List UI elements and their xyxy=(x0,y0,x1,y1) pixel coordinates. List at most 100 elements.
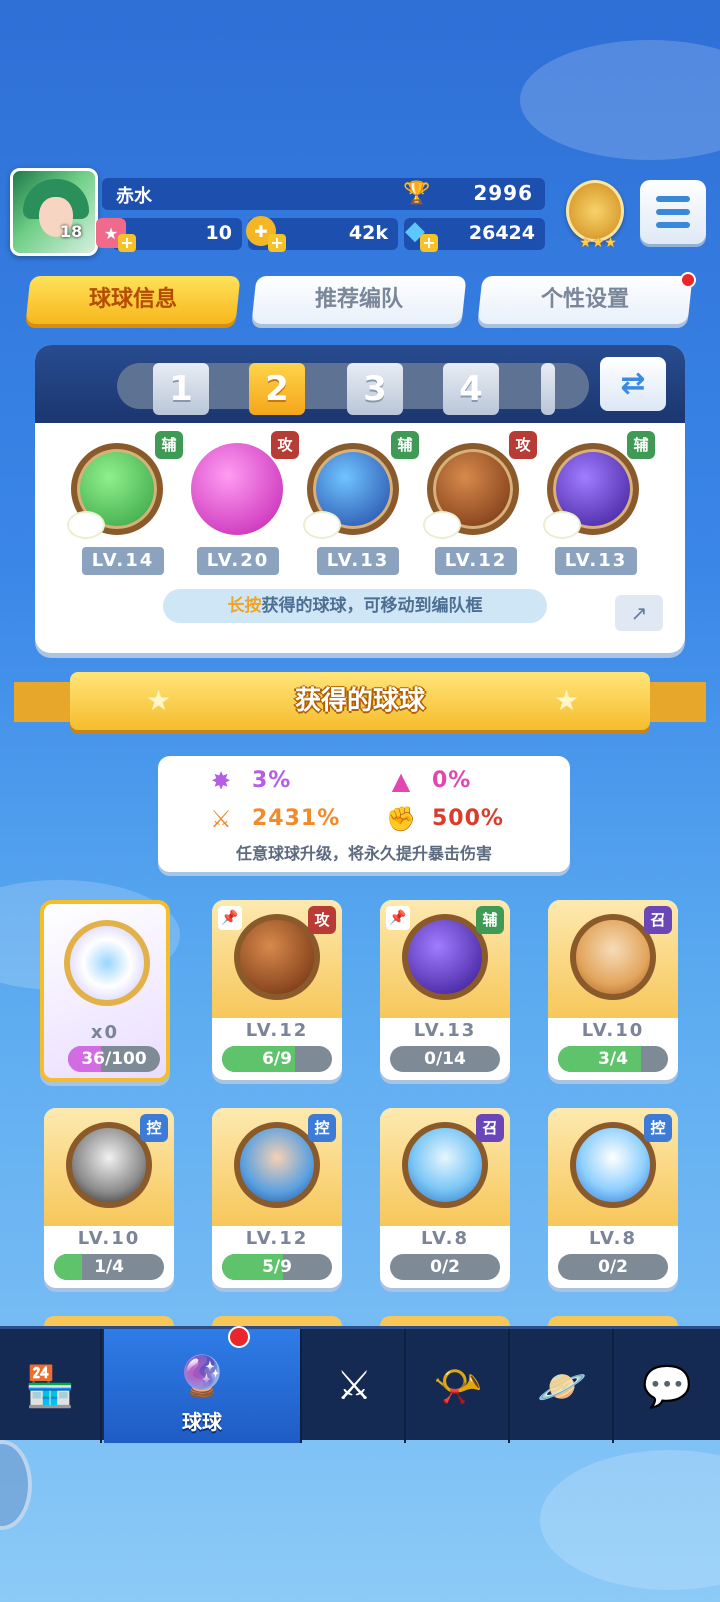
team-slot-5-partial[interactable] xyxy=(541,363,555,415)
add-ticket-icon[interactable]: + xyxy=(118,234,136,252)
ball-progress-bar: 0/14 xyxy=(390,1046,500,1072)
ticket-count: 10 xyxy=(205,222,232,244)
progress-text: 5/9 xyxy=(262,1257,292,1277)
player-avatar[interactable] xyxy=(10,168,98,256)
menu-line-icon xyxy=(656,196,690,202)
ball-progress-bar: 5/9 xyxy=(222,1254,332,1280)
planet-icon: 🪐 xyxy=(537,1363,587,1410)
nav-whistle[interactable]: 📯 xyxy=(408,1329,510,1443)
progress-text: 0/2 xyxy=(430,1257,460,1277)
tab-recommended-team[interactable]: 推荐编队 xyxy=(251,276,467,324)
trophy-count: 2996 xyxy=(473,181,533,205)
ball-type-tag: 辅 xyxy=(155,431,183,459)
nav-shop[interactable]: 🏪 xyxy=(0,1329,102,1443)
menu-line-icon xyxy=(656,209,690,215)
team-ball-3[interactable] xyxy=(305,443,399,537)
nav-balls[interactable]: 🔮 球球 xyxy=(104,1329,302,1443)
ball-level: LV.12 xyxy=(245,1020,309,1041)
progress-text: 3/4 xyxy=(598,1049,628,1069)
tab-label: 球球信息 xyxy=(88,287,177,312)
flower-icon xyxy=(305,513,339,537)
swap-ball-icon xyxy=(64,920,150,1006)
tab-personal-settings[interactable]: 个性设置 xyxy=(477,276,693,324)
progress-text: 0/14 xyxy=(424,1049,466,1069)
add-coin-icon[interactable]: + xyxy=(268,234,286,252)
ball-level: LV.13 xyxy=(413,1020,477,1041)
drag-hint: 长按获得的球球，可移动到编队框 xyxy=(163,589,547,623)
special-progress-bar: 36/100 xyxy=(68,1046,160,1072)
floating-edge-button[interactable] xyxy=(0,1440,32,1530)
ball-level: LV.10 xyxy=(581,1020,645,1041)
crit-note: 任意球球升级，将永久提升暴击伤害 xyxy=(235,844,492,863)
ball-type-tag: 辅 xyxy=(627,431,655,459)
ball-level: LV.14 xyxy=(82,547,164,575)
team-slot-4[interactable]: 4 xyxy=(443,363,499,415)
ball-card[interactable]: 控 LV.12 5/9 xyxy=(212,1108,342,1288)
section-ribbon: ★ ★ 获得的球球 xyxy=(14,672,706,730)
ball-level: LV.13 xyxy=(317,547,399,575)
crit-stats-panel: ✸ 3% ▲ 0% ⚔ 2431% ✊ 500% 任意球球升级，将永久提升暴击伤… xyxy=(158,756,570,872)
nav-battle[interactable]: ⚔ xyxy=(304,1329,406,1443)
ball-card[interactable]: 📌 攻 LV.12 6/9 xyxy=(212,900,342,1080)
crit-bonus-icon: ✊ xyxy=(386,805,416,833)
ball-card[interactable]: 召 LV.8 0/2 xyxy=(380,1108,510,1288)
ball-level: LV.12 xyxy=(435,547,517,575)
notification-dot xyxy=(680,272,696,288)
ball-type-tag: 辅 xyxy=(391,431,419,459)
player-name: 赤水 xyxy=(116,186,152,207)
tab-label: 个性设置 xyxy=(540,287,629,312)
coin-count: 42k xyxy=(348,222,388,244)
menu-line-icon xyxy=(656,222,690,228)
trophy-icon: 🏆 xyxy=(403,181,431,206)
section-title: 获得的球球 xyxy=(294,686,425,716)
ball-card[interactable]: 控 LV.10 1/4 xyxy=(44,1108,174,1288)
shop-icon: 🏪 xyxy=(25,1363,75,1410)
ball-progress-bar: 0/2 xyxy=(558,1254,668,1280)
ball-card[interactable]: 📌 辅 LV.13 0/14 xyxy=(380,900,510,1080)
hint-highlight: 长按 xyxy=(227,596,262,616)
ball-card[interactable]: 召 LV.10 3/4 xyxy=(548,900,678,1080)
progress-text: 0/2 xyxy=(598,1257,628,1277)
ball-icon: 🔮 xyxy=(177,1353,227,1400)
swap-team-button[interactable]: ⇄ xyxy=(600,357,666,411)
team-slot-2[interactable]: 2 xyxy=(249,363,305,415)
crit-damage-value: 2431% xyxy=(252,806,341,831)
gem-count: 26424 xyxy=(468,222,535,244)
ball-progress-bar: 3/4 xyxy=(558,1046,668,1072)
crit-resist-value: 0% xyxy=(432,768,472,793)
name-bar: 赤水 2996 xyxy=(102,178,545,210)
team-slot-1[interactable]: 1 xyxy=(153,363,209,415)
share-button[interactable]: ↗ xyxy=(615,595,663,631)
team-ball-4[interactable] xyxy=(425,443,519,537)
ball-card[interactable]: 控 LV.8 0/2 xyxy=(548,1108,678,1288)
crit-damage-icon: ⚔ xyxy=(210,805,232,833)
tab-ball-info[interactable]: 球球信息 xyxy=(25,276,241,324)
pin-icon: 📌 xyxy=(218,906,242,930)
ball-type-tag: 召 xyxy=(644,906,672,934)
menu-button[interactable] xyxy=(640,180,706,244)
team-ball-1[interactable] xyxy=(69,443,163,537)
team-ball-2[interactable] xyxy=(191,443,283,535)
rank-badge[interactable]: ★★★ xyxy=(566,180,624,251)
nav-social[interactable]: 💬 xyxy=(616,1329,718,1443)
progress-text: 36/100 xyxy=(81,1049,147,1069)
flower-icon xyxy=(545,513,579,537)
team-slot-3[interactable]: 3 xyxy=(347,363,403,415)
ball-level: LV.8 xyxy=(589,1228,637,1249)
ball-type-tag: 辅 xyxy=(476,906,504,934)
hint-text: 获得的球球，可移动到编队框 xyxy=(261,596,483,616)
ball-type-tag: 召 xyxy=(476,1114,504,1142)
nav-planet[interactable]: 🪐 xyxy=(512,1329,614,1443)
ball-type-tag: 攻 xyxy=(308,906,336,934)
progress-text: 6/9 xyxy=(262,1049,292,1069)
pin-icon: 📌 xyxy=(386,906,410,930)
team-ball-5[interactable] xyxy=(545,443,639,537)
tab-label: 推荐编队 xyxy=(314,287,403,312)
player-level: 18 xyxy=(60,222,83,241)
special-ball-card[interactable]: x0 36/100 xyxy=(40,900,170,1082)
ball-level: LV.12 xyxy=(245,1228,309,1249)
ball-progress-bar: 6/9 xyxy=(222,1046,332,1072)
ball-type-tag: 控 xyxy=(140,1114,168,1142)
add-gem-icon[interactable]: + xyxy=(420,234,438,252)
ball-type-tag: 控 xyxy=(644,1114,672,1142)
